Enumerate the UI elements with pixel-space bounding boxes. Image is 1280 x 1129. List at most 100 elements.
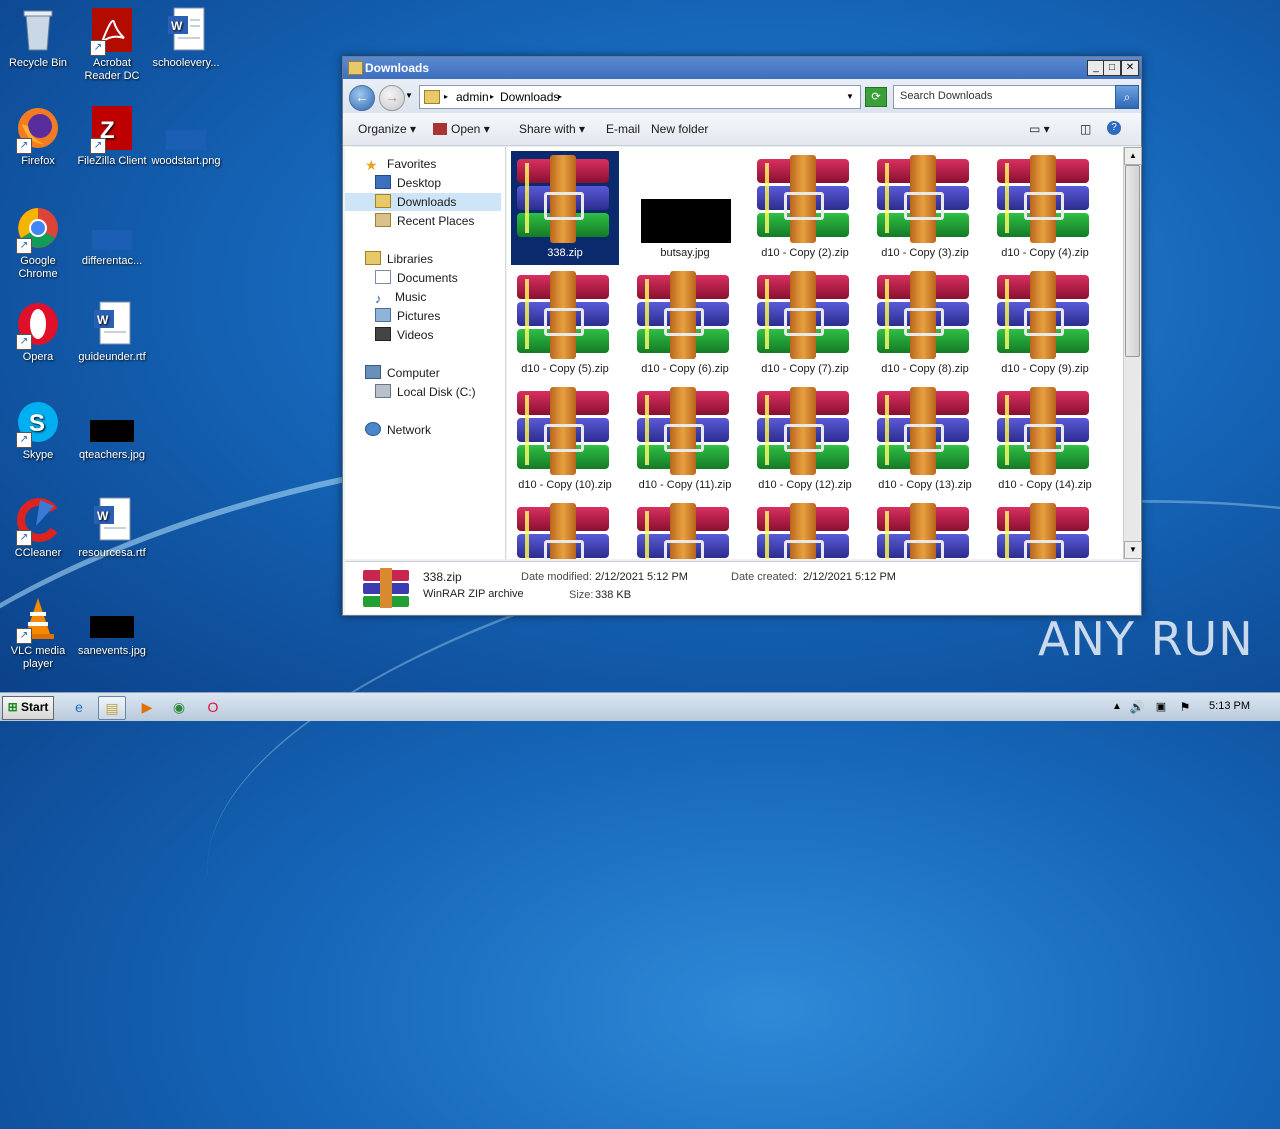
address-input[interactable]: ▸ admin ▸ Downloads ▸ ▼ [419,85,861,109]
file-item[interactable] [991,499,1099,559]
file-name: d10 - Copy (6).zip [641,363,729,375]
file-item[interactable] [631,499,739,559]
breadcrumb-admin[interactable]: admin [456,90,489,104]
file-item[interactable]: d10 - Copy (7).zip [751,267,859,381]
breadcrumb-separator[interactable]: ▸ [490,92,494,101]
breadcrumb-separator[interactable]: ▸ [558,92,562,101]
nav-documents[interactable]: Documents [375,269,458,287]
nav-favorites[interactable]: ★ Favorites [365,155,436,173]
chrome-taskbar-icon[interactable]: ◉ [166,696,192,718]
file-item[interactable] [751,499,859,559]
image-file-icon [88,594,136,642]
desktop-icon-chrome[interactable]: ↗ Google Chrome [0,204,76,281]
file-item[interactable]: d10 - Copy (2).zip [751,151,859,265]
volume-icon[interactable]: 🔊 [1124,696,1150,718]
details-modified-label: Date modified: [521,571,592,583]
desktop-icon-sanevents[interactable]: sanevents.jpg [74,594,150,658]
file-item[interactable] [511,499,619,559]
file-item[interactable]: d10 - Copy (10).zip [511,383,619,497]
file-item[interactable]: d10 - Copy (11).zip [631,383,739,497]
file-item[interactable]: d10 - Copy (8).zip [871,267,979,381]
hard-drive-icon [375,384,391,398]
file-item[interactable]: d10 - Copy (3).zip [871,151,979,265]
maximize-button[interactable]: □ [1103,60,1121,76]
nav-music[interactable]: ♪ Music [375,288,426,306]
help-icon[interactable]: ? [1107,121,1121,135]
breadcrumb-downloads[interactable]: Downloads [500,90,559,104]
desktop-icon-schoolevery[interactable]: W schoolevery... [148,6,224,70]
desktop-icon-woodstart[interactable]: woodstart.png [148,104,224,168]
explorer-taskbar-icon[interactable]: ▤ [98,696,126,720]
network-tray-icon[interactable]: ▣ [1148,696,1174,718]
recent-pages-chevron-icon[interactable]: ▼ [405,91,413,100]
refresh-icon[interactable]: ⟳ [865,87,887,107]
preview-pane-icon[interactable]: ◫ [1080,122,1091,136]
file-item[interactable]: butsay.jpg [631,151,739,265]
desktop-icon-qteachers[interactable]: qteachers.jpg [74,398,150,462]
vertical-scrollbar[interactable]: ▲ ▼ [1123,147,1142,559]
close-button[interactable]: ✕ [1121,60,1139,76]
scroll-up-icon[interactable]: ▲ [1124,147,1142,165]
computer-icon [365,365,381,379]
nav-documents-label: Documents [397,271,458,285]
media-player-icon[interactable]: ▶ [134,696,160,718]
winrar-archive-icon [757,271,849,359]
file-item[interactable]: d10 - Copy (5).zip [511,267,619,381]
nav-downloads[interactable]: Downloads [345,193,501,211]
desktop-icon-ccleaner[interactable]: ↗ CCleaner [0,496,76,560]
clock[interactable]: 5:13 PM [1209,700,1250,712]
desktop-icon-filezilla[interactable]: Z ↗ FileZilla Client [74,104,150,168]
opera-taskbar-icon[interactable]: O [200,696,226,718]
action-center-flag-icon[interactable]: ⚑ [1172,696,1198,718]
desktop-icon-vlc[interactable]: ↗ VLC media player [0,594,76,671]
ccleaner-icon: ↗ [14,496,62,546]
folder-icon [424,90,440,104]
file-item[interactable]: d10 - Copy (14).zip [991,383,1099,497]
open-button[interactable]: Open ▾ [433,122,490,136]
file-item[interactable] [871,499,979,559]
nav-videos[interactable]: Videos [375,326,433,344]
file-name: butsay.jpg [660,247,710,259]
desktop-icon-skype[interactable]: S ↗ Skype [0,398,76,462]
nav-recent-places[interactable]: Recent Places [375,212,474,230]
breadcrumb-separator[interactable]: ▸ [444,92,448,101]
nav-computer[interactable]: Computer [365,364,440,382]
desktop-icon-recycle-bin[interactable]: Recycle Bin [0,6,76,70]
file-item[interactable]: d10 - Copy (9).zip [991,267,1099,381]
image-file-icon [88,398,136,446]
forward-button[interactable]: → [379,85,405,111]
share-with-button[interactable]: Share with ▾ [519,122,585,136]
nav-desktop[interactable]: Desktop [375,174,441,192]
file-item[interactable]: d10 - Copy (4).zip [991,151,1099,265]
nav-local-disk[interactable]: Local Disk (C:) [375,383,476,401]
scroll-down-icon[interactable]: ▼ [1124,541,1142,559]
title-bar[interactable]: Downloads _ □ ✕ [343,57,1141,79]
change-view-icon[interactable]: ▭ ▾ [1029,122,1050,136]
shortcut-arrow-icon: ↗ [16,628,32,644]
file-item[interactable]: d10 - Copy (12).zip [751,383,859,497]
file-item[interactable]: d10 - Copy (6).zip [631,267,739,381]
email-button[interactable]: E-mail [606,122,640,136]
back-button[interactable]: ← [349,85,375,111]
desktop-icon-opera[interactable]: ↗ Opera [0,300,76,364]
nav-libraries[interactable]: Libraries [365,250,433,268]
desktop-icon-acrobat[interactable]: ↗ Acrobat Reader DC [74,6,150,83]
nav-network[interactable]: Network [365,421,431,439]
scroll-thumb[interactable] [1125,165,1140,357]
details-size-label: Size: [569,589,594,601]
organize-button[interactable]: Organize ▾ [358,122,416,136]
address-dropdown-icon[interactable]: ▼ [846,92,854,101]
winrar-archive-icon [997,271,1089,359]
internet-explorer-icon[interactable]: e [66,696,92,718]
nav-pictures[interactable]: Pictures [375,307,440,325]
search-input[interactable]: Search Downloads [893,85,1117,109]
desktop-icon-resourcesa[interactable]: W resourcesa.rtf [74,496,150,560]
file-item[interactable]: d10 - Copy (13).zip [871,383,979,497]
desktop-icon-firefox[interactable]: ↗ Firefox [0,104,76,168]
desktop-icon-guideunder[interactable]: W guideunder.rtf [74,300,150,364]
search-icon[interactable]: ⌕ [1115,85,1139,109]
new-folder-button[interactable]: New folder [651,122,708,136]
desktop-icon-differentac[interactable]: differentac... [74,204,150,268]
start-button[interactable]: ⊞ Start [2,696,54,720]
file-item[interactable]: 338.zip [511,151,619,265]
